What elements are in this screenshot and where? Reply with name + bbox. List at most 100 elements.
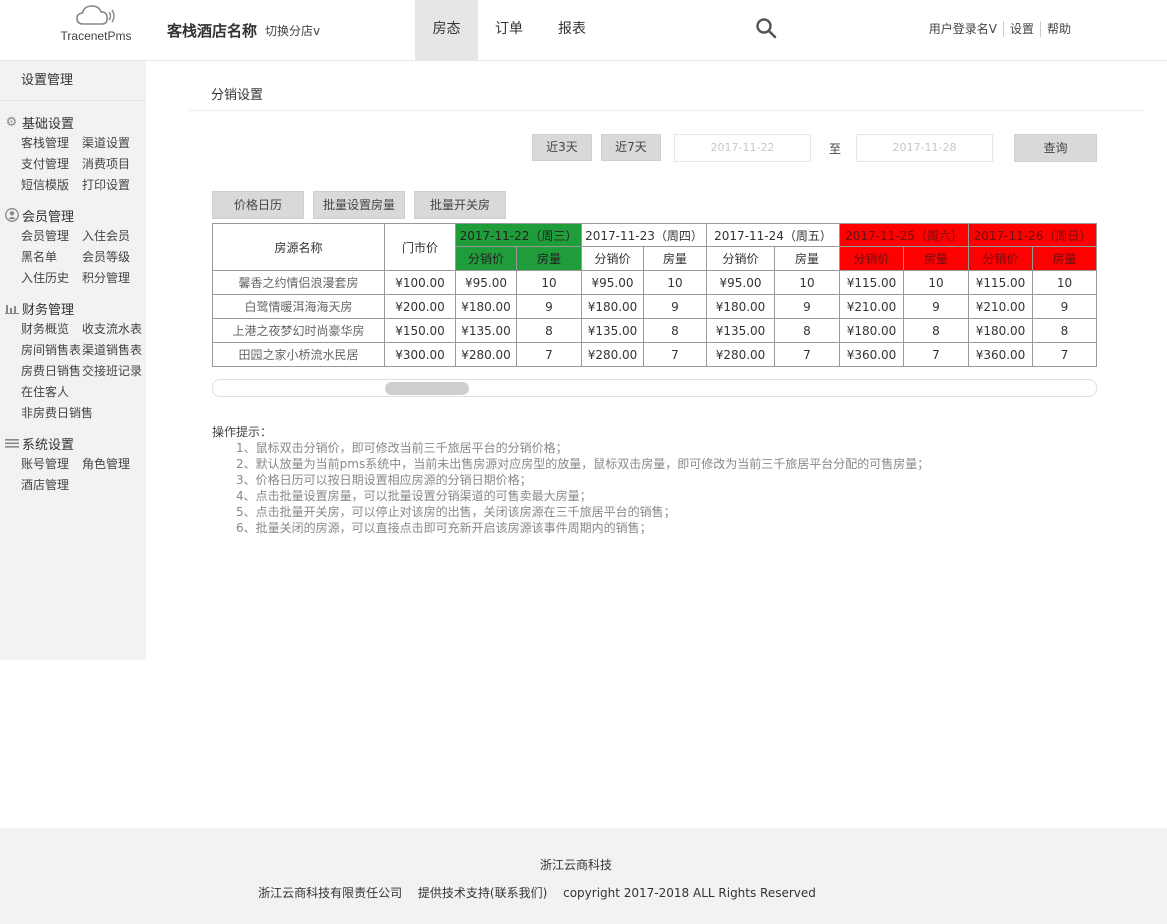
distribution-price-cell[interactable]: ¥280.00 — [706, 342, 775, 367]
distribution-price-cell[interactable]: ¥180.00 — [581, 294, 644, 319]
tip-item: 3、价格日历可以按日期设置相应房源的分销日期价格； — [236, 473, 532, 487]
distribution-price-cell[interactable]: ¥280.00 — [581, 342, 644, 367]
help-link[interactable]: 帮助 — [1041, 21, 1077, 37]
room-quantity-cell[interactable]: 9 — [643, 294, 707, 319]
room-quantity-cell[interactable]: 9 — [774, 294, 840, 319]
sidebar-item-room-daily-sales[interactable]: 房费日销售 — [21, 361, 82, 382]
distribution-price-cell[interactable]: ¥210.00 — [968, 294, 1033, 319]
sidebar-item-sms[interactable]: 短信模版 — [21, 175, 82, 196]
distribution-price-cell[interactable]: ¥180.00 — [455, 294, 517, 319]
room-quantity-cell[interactable]: 8 — [774, 318, 840, 343]
distribution-price-cell[interactable]: ¥280.00 — [455, 342, 517, 367]
sidebar-item-checkin-member[interactable]: 入住会员 — [82, 226, 143, 247]
distribution-price-cell[interactable]: ¥360.00 — [968, 342, 1033, 367]
distribution-price-cell[interactable]: ¥180.00 — [968, 318, 1033, 343]
distribution-price-cell[interactable]: ¥180.00 — [839, 318, 904, 343]
room-quantity-cell[interactable]: 8 — [643, 318, 707, 343]
sidebar-title: 设置管理 — [0, 61, 146, 101]
footer-copyright: copyright 2017-2018 ALL Rights Reserved — [563, 886, 816, 900]
logo[interactable]: TracenetPms — [58, 4, 134, 44]
room-quantity-cell[interactable]: 8 — [903, 318, 969, 343]
distribution-price-cell[interactable]: ¥360.00 — [839, 342, 904, 367]
menu-icon — [4, 436, 19, 451]
start-date-input[interactable]: 2017-11-22 — [674, 134, 811, 162]
footer: 浙江云商科技 浙江云商科技有限责任公司 提供技术支持(联系我们) copyrig… — [0, 828, 1167, 924]
main-content: 分销设置 近3天 近7天 2017-11-22 至 2017-11-28 查询 … — [146, 61, 1167, 828]
end-date-input[interactable]: 2017-11-28 — [856, 134, 993, 162]
sidebar-item-accounts[interactable]: 账号管理 — [21, 454, 82, 475]
user-login-name[interactable]: 用户登录名V — [923, 21, 1004, 37]
distribution-price-cell[interactable]: ¥115.00 — [968, 270, 1033, 295]
rack-price-cell: ¥200.00 — [384, 294, 456, 319]
sidebar-item-hotel-mgmt[interactable]: 酒店管理 — [21, 475, 82, 496]
sidebar-item-channel[interactable]: 渠道设置 — [82, 133, 143, 154]
scrollbar-thumb[interactable] — [385, 382, 469, 395]
room-quantity-cell[interactable]: 10 — [903, 270, 969, 295]
tip-item: 6、批量关闭的房源，可以直接点击即可充新开启该房源该事件周期内的销售； — [236, 521, 652, 535]
sidebar-item-print[interactable]: 打印设置 — [82, 175, 143, 196]
distribution-price-cell[interactable]: ¥135.00 — [455, 318, 517, 343]
sidebar-group-basic: ⚙ 基础设置 客栈管理 渠道设置 支付管理 消费项目 短信模版 打印设置 — [0, 111, 146, 196]
room-quantity-cell[interactable]: 9 — [903, 294, 969, 319]
sidebar-item-shift-records[interactable]: 交接班记录 — [82, 361, 143, 382]
room-quantity-cell[interactable]: 10 — [643, 270, 707, 295]
batch-set-quantity-button[interactable]: 批量设置房量 — [313, 191, 405, 219]
distribution-price-cell[interactable]: ¥95.00 — [706, 270, 775, 295]
distribution-price-cell[interactable]: ¥180.00 — [706, 294, 775, 319]
sidebar-item-consumption[interactable]: 消费项目 — [82, 154, 143, 175]
room-name-cell: 馨香之约情侣浪漫套房 — [212, 270, 385, 295]
query-button[interactable]: 查询 — [1014, 134, 1097, 162]
column-header-room: 房源名称 — [212, 223, 385, 271]
room-quantity-cell[interactable]: 7 — [903, 342, 969, 367]
sidebar-item-checkin-history[interactable]: 入住历史 — [21, 268, 82, 289]
sidebar-group-member: 会员管理 会员管理 入住会员 黑名单 会员等级 入住历史 积分管理 — [0, 204, 146, 289]
price-calendar-button[interactable]: 价格日历 — [212, 191, 304, 219]
footer-support-link[interactable]: 提供技术支持(联系我们) — [418, 886, 547, 900]
nav-room-status[interactable]: 房态 — [415, 0, 478, 60]
room-quantity-cell[interactable]: 9 — [1032, 294, 1097, 319]
sidebar-item-finance-overview[interactable]: 财务概览 — [21, 319, 82, 340]
distribution-price-cell[interactable]: ¥135.00 — [581, 318, 644, 343]
search-icon[interactable] — [755, 17, 777, 39]
sidebar-item-in-house-guests[interactable]: 在住客人 — [21, 382, 146, 403]
sidebar-item-inn[interactable]: 客栈管理 — [21, 133, 82, 154]
sidebar-item-member-mgmt[interactable]: 会员管理 — [21, 226, 82, 247]
table-row: 上港之夜梦幻时尚豪华房 ¥150.00 ¥135.00 8 ¥135.00 8 ¥135.0… — [212, 318, 1097, 343]
room-quantity-cell[interactable]: 10 — [1032, 270, 1097, 295]
last-3-days-button[interactable]: 近3天 — [532, 134, 592, 161]
room-quantity-cell[interactable]: 9 — [516, 294, 582, 319]
sidebar-group-finance: 财务管理 财务概览 收支流水表 房间销售表 渠道销售表 房费日销售 交接班记录 … — [0, 297, 146, 424]
sub-header-price: 分销价 — [968, 246, 1033, 271]
sidebar-item-blacklist[interactable]: 黑名单 — [21, 247, 82, 268]
room-quantity-cell[interactable]: 8 — [1032, 318, 1097, 343]
distribution-price-cell[interactable]: ¥115.00 — [839, 270, 904, 295]
sidebar-item-roles[interactable]: 角色管理 — [82, 454, 143, 475]
distribution-price-cell[interactable]: ¥95.00 — [455, 270, 517, 295]
date-range-separator: 至 — [829, 142, 842, 156]
distribution-price-cell[interactable]: ¥135.00 — [706, 318, 775, 343]
sidebar-item-room-sales[interactable]: 房间销售表 — [21, 340, 82, 361]
sidebar-item-points[interactable]: 积分管理 — [82, 268, 143, 289]
bar-chart-icon — [4, 301, 19, 316]
batch-toggle-rooms-button[interactable]: 批量开关房 — [414, 191, 506, 219]
sidebar-item-payment[interactable]: 支付管理 — [21, 154, 82, 175]
room-quantity-cell[interactable]: 7 — [1032, 342, 1097, 367]
table-horizontal-scrollbar[interactable] — [212, 379, 1097, 397]
room-quantity-cell[interactable]: 10 — [516, 270, 582, 295]
room-quantity-cell[interactable]: 7 — [516, 342, 582, 367]
switch-store-dropdown[interactable]: 切换分店v — [265, 22, 320, 39]
room-quantity-cell[interactable]: 10 — [774, 270, 840, 295]
sidebar-item-non-room-daily-sales[interactable]: 非房费日销售 — [21, 403, 146, 424]
distribution-price-cell[interactable]: ¥210.00 — [839, 294, 904, 319]
sidebar-item-channel-sales[interactable]: 渠道销售表 — [82, 340, 143, 361]
nav-orders[interactable]: 订单 — [478, 0, 540, 60]
room-quantity-cell[interactable]: 7 — [774, 342, 840, 367]
sidebar-item-member-level[interactable]: 会员等级 — [82, 247, 143, 268]
sidebar-item-cashflow[interactable]: 收支流水表 — [82, 319, 143, 340]
room-quantity-cell[interactable]: 7 — [643, 342, 707, 367]
distribution-price-cell[interactable]: ¥95.00 — [581, 270, 644, 295]
settings-link[interactable]: 设置 — [1004, 21, 1041, 37]
room-quantity-cell[interactable]: 8 — [516, 318, 582, 343]
last-7-days-button[interactable]: 近7天 — [601, 134, 661, 161]
nav-reports[interactable]: 报表 — [540, 0, 604, 60]
